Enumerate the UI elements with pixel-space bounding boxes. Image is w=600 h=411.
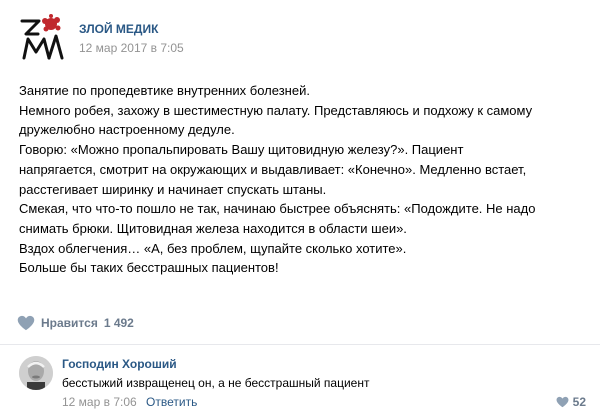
like-count: 1 492 — [103, 316, 134, 330]
post-text-line: напрягается, смотрит на окружающих и выд… — [19, 161, 527, 177]
divider — [0, 344, 600, 345]
like-button[interactable]: Нравится 1 492 — [17, 313, 134, 333]
post: ЗЛОЙ МЕДИК 12 мар 2017 в 7:05 Занятие по… — [0, 0, 600, 411]
post-text-line: Немного робея, захожу в шестиместную пал… — [19, 102, 533, 118]
post-text-line: Больше бы таких бесстрашных пациентов! — [19, 260, 279, 276]
reply-button[interactable]: Ответить — [146, 395, 197, 409]
like-label: Нравится — [41, 316, 98, 330]
post-text-line: дружелюбно настроенному дедуле. — [19, 122, 235, 138]
post-text-line: расстегивает ширинку и начинает спускать… — [19, 181, 327, 197]
post-author[interactable]: ЗЛОЙ МЕДИК — [79, 22, 158, 36]
comment-meta: 12 мар в 7:06 Ответить — [62, 395, 197, 411]
comment-like-count: 52 — [572, 395, 586, 409]
avatar-photo — [19, 356, 53, 390]
post-text-line: Занятие по пропедевтике внутренних болез… — [19, 83, 310, 98]
post-text-line: Говорю: «Можно пропальпировать Вашу щито… — [19, 142, 464, 158]
comment-text: бесстыжий извращенец он, а не бесстрашны… — [62, 376, 370, 390]
post-text: Занятие по пропедевтике внутренних болез… — [19, 81, 589, 278]
post-date[interactable]: 12 мар 2017 в 7:05 — [79, 41, 184, 55]
post-text-line: Смекая, что что-то пошло не так, начинаю… — [19, 201, 536, 217]
post-text-line: Вздох облегчения… «А, без проблем, щупай… — [19, 240, 407, 256]
comment-author[interactable]: Господин Хороший — [62, 357, 177, 371]
heart-icon — [17, 315, 35, 331]
heart-icon — [556, 396, 569, 408]
avatar[interactable] — [19, 356, 53, 390]
logo-icon[interactable] — [18, 12, 68, 62]
comment-like-button[interactable]: 52 — [556, 394, 586, 410]
post-text-line: снимать брюки. Щитовидная железа находит… — [19, 220, 407, 236]
comment-date[interactable]: 12 мар в 7:06 — [62, 395, 137, 409]
